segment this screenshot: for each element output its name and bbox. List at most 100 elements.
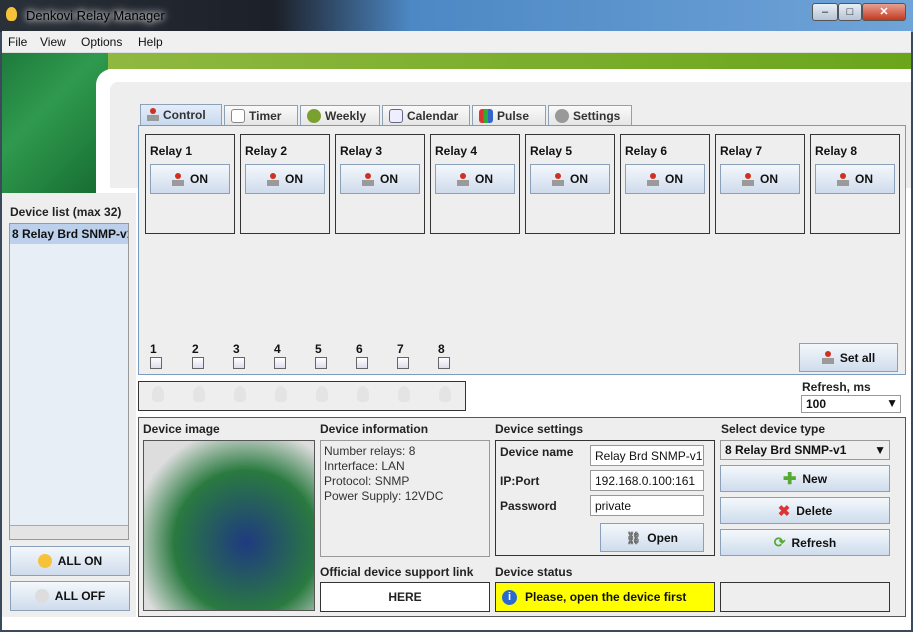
relay-7-on-button[interactable]: ON (720, 164, 800, 194)
tab-weekly[interactable]: Weekly (300, 105, 380, 126)
relay-panel-6: Relay 6 ON (620, 134, 710, 234)
relay-1-checkbox[interactable] (150, 357, 162, 369)
tab-calendar[interactable]: Calendar (382, 105, 470, 126)
device-info-text: Number relays: 8 Inrterface: LAN Protoco… (320, 440, 490, 557)
checkbox-number: 5 (315, 342, 322, 356)
relay-label: Relay 5 (530, 144, 573, 158)
device-type-select[interactable]: 8 Relay Brd SNMP-v1 ▼ (720, 440, 890, 460)
relay-4-checkbox[interactable] (274, 357, 286, 369)
all-off-button[interactable]: ALL OFF (10, 581, 130, 611)
relay-3-checkbox[interactable] (233, 357, 245, 369)
bulb-off-icon (193, 386, 205, 402)
info-line: Inrterface: LAN (324, 459, 405, 473)
maximize-button[interactable]: □ (838, 3, 862, 21)
on-label: ON (285, 172, 303, 186)
set-all-button[interactable]: Set all (799, 343, 898, 372)
delete-button[interactable]: ✖ Delete (720, 497, 890, 524)
checkbox-number: 4 (274, 342, 281, 356)
ip-port-input[interactable]: 192.168.0.100:161 (590, 470, 704, 491)
relay-panel-1: Relay 1 ON (145, 134, 235, 234)
relay-5-on-button[interactable]: ON (530, 164, 610, 194)
device-type-title: Select device type (721, 422, 826, 436)
menu-help[interactable]: Help (138, 35, 163, 49)
support-title: Official device support link (320, 565, 474, 579)
checkbox-number: 3 (233, 342, 240, 356)
joystick-icon (647, 172, 659, 186)
new-label: New (802, 471, 828, 486)
banner-bar (108, 53, 911, 69)
relay-label: Relay 1 (150, 144, 193, 158)
relay-6-checkbox[interactable] (356, 357, 368, 369)
all-on-button[interactable]: ALL ON (10, 546, 130, 576)
password-input[interactable]: private (590, 495, 704, 516)
all-on-label: ALL ON (57, 554, 103, 568)
relay-panel-2: Relay 2 ON (240, 134, 330, 234)
on-label: ON (855, 172, 873, 186)
gear-icon (555, 109, 569, 123)
refresh-select[interactable]: 100 ▼ (801, 395, 901, 413)
refresh-button-label: Refresh (791, 535, 837, 550)
tab-settings[interactable]: Settings (548, 105, 632, 126)
chart-icon (231, 109, 245, 123)
device-name-input[interactable]: Relay Brd SNMP-v1 (590, 445, 704, 466)
relay-indicators (138, 381, 466, 411)
new-button[interactable]: ✚ New (720, 465, 890, 492)
relay-8-checkbox[interactable] (438, 357, 450, 369)
menu-file[interactable]: File (8, 35, 27, 49)
support-link[interactable]: HERE (320, 582, 490, 612)
relay-label: Relay 6 (625, 144, 668, 158)
relay-6-on-button[interactable]: ON (625, 164, 705, 194)
info-line: Power Supply: 12VDC (324, 489, 444, 503)
device-name-label: Device name (500, 445, 574, 459)
device-info-title: Device information (320, 422, 429, 436)
relay-panel-3: Relay 3 ON (335, 134, 425, 234)
plus-icon: ✚ (782, 470, 797, 488)
relay-4-on-button[interactable]: ON (435, 164, 515, 194)
relay-label: Relay 7 (720, 144, 763, 158)
menu-view[interactable]: View (40, 35, 66, 49)
refresh-button[interactable]: ⟳ Refresh (720, 529, 890, 556)
relay-panel-7: Relay 7 ON (715, 134, 805, 234)
relay-label: Relay 2 (245, 144, 288, 158)
relay-2-on-button[interactable]: ON (245, 164, 325, 194)
device-type-value: 8 Relay Brd SNMP-v1 (725, 443, 847, 457)
status-message: Please, open the device first (525, 590, 687, 604)
link-icon: ⛓ (626, 530, 642, 545)
refresh-value: 100 (806, 397, 827, 411)
tab-pulse[interactable]: Pulse (472, 105, 546, 126)
relay-5-checkbox[interactable] (315, 357, 327, 369)
relay-panel-5: Relay 5 ON (525, 134, 615, 234)
device-image-title: Device image (143, 422, 220, 436)
device-status-title: Device status (495, 565, 573, 579)
password-label: Password (500, 499, 557, 513)
close-button[interactable]: ✕ (862, 3, 906, 21)
tab-control[interactable]: Control (140, 104, 222, 126)
menu-options[interactable]: Options (81, 35, 122, 49)
on-label: ON (475, 172, 493, 186)
on-label: ON (760, 172, 778, 186)
relay-8-on-button[interactable]: ON (815, 164, 895, 194)
relay-3-on-button[interactable]: ON (340, 164, 420, 194)
relay-7-checkbox[interactable] (397, 357, 409, 369)
open-button[interactable]: ⛓ Open (600, 523, 704, 552)
horizontal-scrollbar[interactable] (10, 525, 128, 539)
relay-2-checkbox[interactable] (192, 357, 204, 369)
pcb-banner-image (2, 53, 108, 193)
tab-timer[interactable]: Timer (224, 105, 298, 126)
checkbox-number: 1 (150, 342, 157, 356)
on-label: ON (380, 172, 398, 186)
minimize-button[interactable]: – (812, 3, 838, 21)
clock-icon (307, 109, 321, 123)
bulb-off-icon (152, 386, 164, 402)
joystick-icon (742, 172, 754, 186)
checkbox-number: 8 (438, 342, 445, 356)
joystick-icon (552, 172, 564, 186)
bulb-off-icon (316, 386, 328, 402)
relay-panel-8: Relay 8 ON (810, 134, 900, 234)
joystick-icon (267, 172, 279, 186)
relay-label: Relay 3 (340, 144, 383, 158)
relay-1-on-button[interactable]: ON (150, 164, 230, 194)
device-list-item[interactable]: 8 Relay Brd SNMP-v1 (10, 224, 128, 244)
on-label: ON (190, 172, 208, 186)
relay-panel-4: Relay 4 ON (430, 134, 520, 234)
